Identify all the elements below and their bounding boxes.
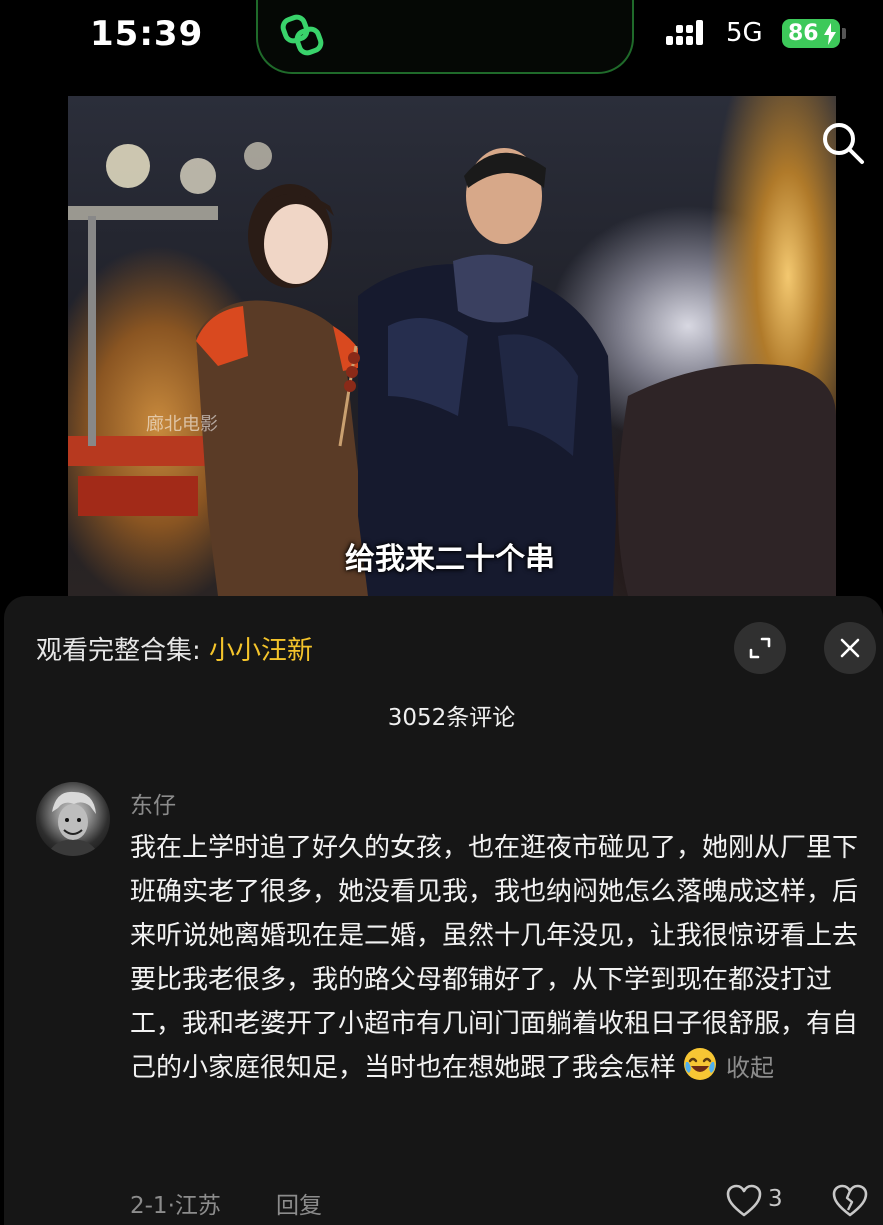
link-rings-icon [280, 14, 324, 56]
comment-count: 3052条评论 [387, 705, 516, 731]
expand-icon [749, 637, 771, 659]
status-bar: 15:39 5G 86 [0, 0, 883, 80]
video-subtitle: 给我来二十个串 [345, 542, 555, 577]
video-player[interactable]: 廊北电影 给我来二十个串 [68, 96, 836, 596]
close-button[interactable] [824, 622, 876, 674]
comment-meta: 2-1·江苏 [130, 1193, 221, 1219]
collection-name[interactable]: 小小汪新 [209, 636, 313, 666]
video-watermark: 廊北电影 [146, 414, 218, 435]
collection-link[interactable]: 观看完整合集: 小小汪新 [36, 630, 313, 667]
comment-text: 我在上学时追了好久的女孩，也在逛夜市碰见了，她刚从厂里下班确实老了很多，她没看见… [130, 833, 859, 1083]
expand-button[interactable] [734, 622, 786, 674]
charging-bolt-icon [824, 23, 836, 45]
battery-level: 86 [788, 21, 819, 46]
heart-icon[interactable] [726, 1184, 762, 1218]
close-icon [840, 638, 860, 658]
collection-prefix: 观看完整合集: [36, 636, 210, 666]
signal-icon [666, 20, 703, 45]
laughing-crying-emoji [684, 1048, 717, 1080]
status-time: 15:39 [90, 14, 204, 54]
search-icon[interactable] [818, 118, 868, 168]
comment-body: 我在上学时追了好久的女孩，也在逛夜市碰见了，她刚从厂里下班确实老了很多，她没看见… [130, 826, 870, 1090]
broken-heart-icon[interactable] [832, 1184, 868, 1218]
battery-indicator: 86 [782, 19, 840, 48]
battery-nub [842, 28, 846, 39]
like-count: 3 [768, 1186, 783, 1212]
collapse-button[interactable]: 收起 [726, 1054, 774, 1082]
dynamic-island[interactable] [256, 0, 634, 74]
reply-button[interactable]: 回复 [276, 1186, 322, 1220]
video-scene [68, 142, 836, 596]
avatar[interactable] [36, 782, 110, 856]
comment-username[interactable]: 东仔 [130, 786, 176, 820]
network-type: 5G [726, 18, 763, 48]
avatar-image [46, 791, 100, 856]
